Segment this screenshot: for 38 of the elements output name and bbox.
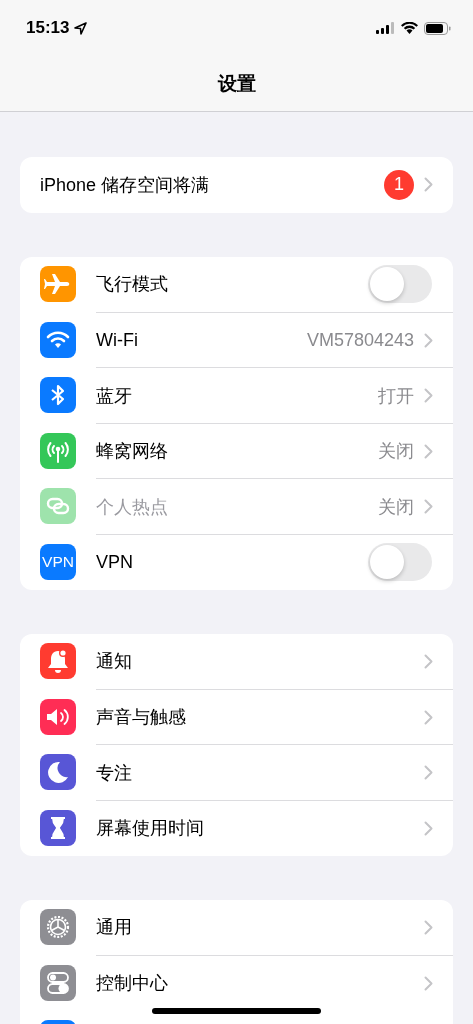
chevron-icon: [424, 443, 433, 459]
signal-icon: [376, 22, 395, 34]
row-label[interactable]: 蜂窝网络: [96, 439, 368, 464]
chevron-icon: [424, 177, 433, 193]
location-icon: [74, 21, 88, 35]
row-label[interactable]: VPN: [96, 551, 358, 573]
toggle-switch[interactable]: [368, 543, 432, 582]
wifi-icon: [401, 22, 418, 34]
row-label[interactable]: Wi-Fi: [96, 329, 297, 351]
row-value: 打开: [378, 384, 414, 408]
chevron-icon: [424, 499, 433, 515]
toggle-switch[interactable]: [368, 265, 432, 304]
chevron-icon: [424, 709, 433, 725]
battery-icon: [424, 21, 451, 35]
chevron-icon: [424, 765, 433, 781]
row-label[interactable]: 通用: [96, 915, 414, 940]
vpn-icon: VPN: [40, 543, 76, 580]
row-label[interactable]: iPhone 储存空间将满: [40, 172, 374, 197]
row-value: 关闭: [378, 495, 414, 519]
page-title: 设置: [217, 71, 256, 96]
chevron-icon: [424, 820, 433, 836]
row-label[interactable]: 屏幕使用时间: [96, 816, 414, 841]
row-label[interactable]: 通知: [96, 649, 414, 674]
chevron-icon: [424, 653, 433, 669]
row-value: 关闭: [378, 440, 414, 464]
chevron-icon: [424, 332, 433, 348]
row-value: VM57804243: [306, 329, 414, 351]
chevron-icon: [424, 388, 433, 404]
status-time: 15:13: [26, 18, 70, 38]
chevron-icon: [424, 919, 433, 935]
row-label[interactable]: 专注: [96, 760, 414, 785]
chevron-icon: [424, 975, 433, 991]
notification-badge: 1: [384, 169, 414, 200]
row-label[interactable]: 声音与触感: [96, 705, 414, 730]
storage-alert-row[interactable]: iPhone 储存空间将满 1: [20, 157, 453, 213]
row-label[interactable]: 蓝牙: [96, 383, 368, 408]
row-label[interactable]: 控制中心: [96, 971, 414, 996]
row-label[interactable]: 飞行模式: [96, 272, 358, 297]
